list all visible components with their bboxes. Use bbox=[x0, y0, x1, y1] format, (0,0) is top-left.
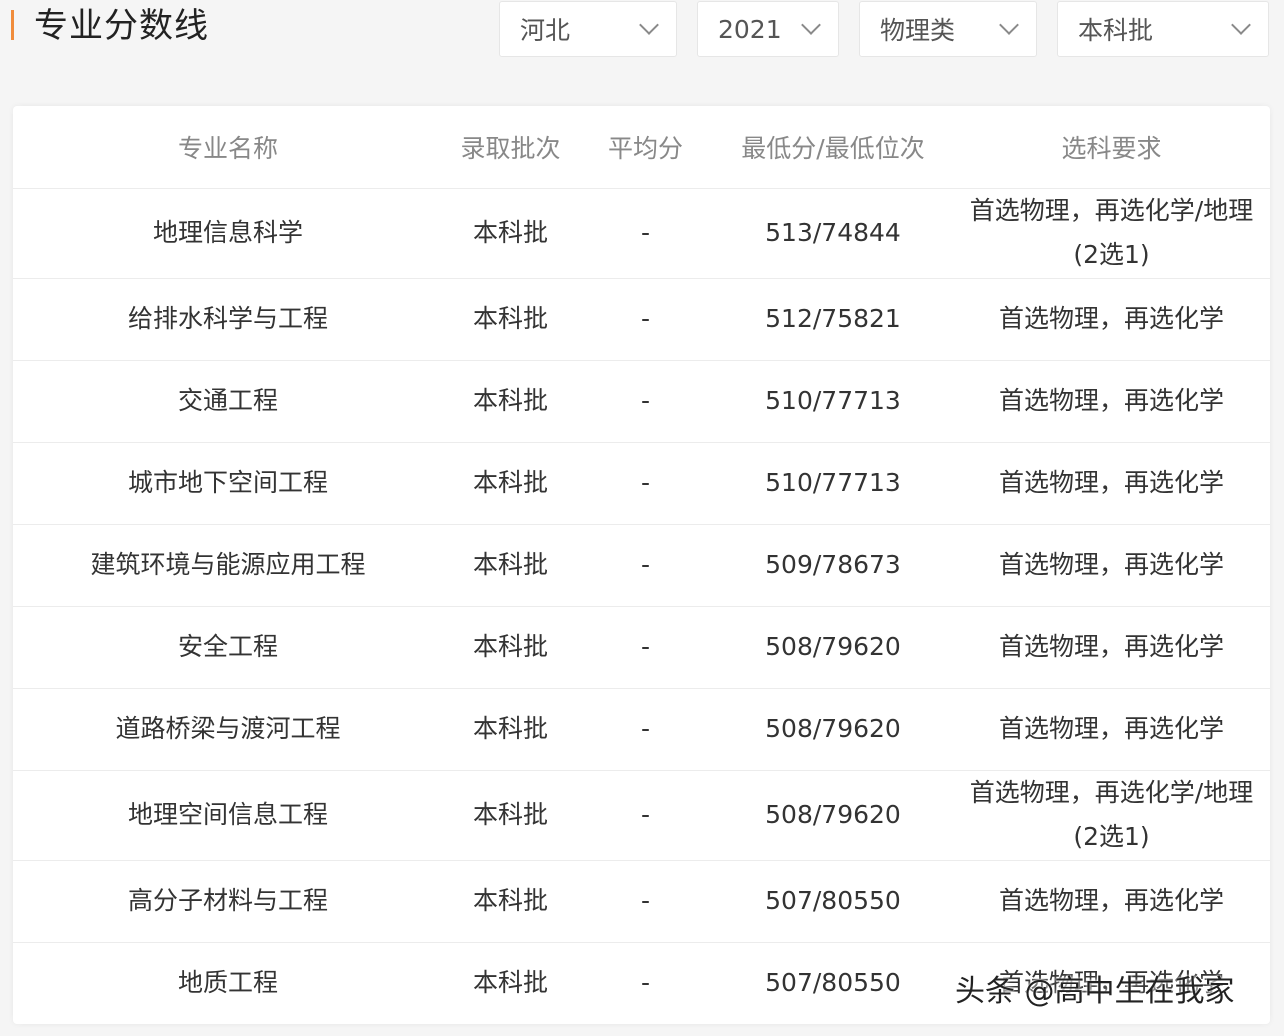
cell-average: - bbox=[578, 860, 713, 943]
cell-min-score: 509/78673 bbox=[713, 524, 953, 607]
cell-major: 建筑环境与能源应用工程 bbox=[13, 524, 443, 607]
batch-value: 本科批 bbox=[1078, 16, 1154, 45]
chevron-down-icon bbox=[1231, 15, 1251, 35]
cell-batch: 本科批 bbox=[443, 278, 578, 361]
subject-dropdown[interactable]: 物理类 bbox=[859, 1, 1037, 57]
table-row: 地理空间信息工程 本科批 - 508/79620 首选物理，再选化学/地理(2选… bbox=[13, 770, 1270, 861]
cell-min-score: 508/79620 bbox=[713, 606, 953, 689]
cell-average: - bbox=[578, 188, 713, 279]
cell-requirement: 首选物理，再选化学 bbox=[953, 442, 1270, 525]
cell-min-score: 508/79620 bbox=[713, 770, 953, 861]
cell-requirement: 首选物理，再选化学 bbox=[953, 860, 1270, 943]
year-dropdown[interactable]: 2021 bbox=[697, 1, 839, 57]
cell-major: 给排水科学与工程 bbox=[13, 278, 443, 361]
cell-major: 安全工程 bbox=[13, 606, 443, 689]
cell-requirement: 首选物理，再选化学/地理(2选1) bbox=[953, 770, 1270, 861]
cell-min-score: 510/77713 bbox=[713, 360, 953, 443]
cell-batch: 本科批 bbox=[443, 770, 578, 861]
chevron-down-icon bbox=[639, 15, 659, 35]
cell-average: - bbox=[578, 442, 713, 525]
cell-requirement: 首选物理，再选化学 bbox=[953, 688, 1270, 771]
cell-requirement: 首选物理，再选化学/地理(2选1) bbox=[953, 188, 1270, 279]
cell-requirement: 首选物理，再选化学 bbox=[953, 278, 1270, 361]
cell-major: 交通工程 bbox=[13, 360, 443, 443]
table-row: 给排水科学与工程 本科批 - 512/75821 首选物理，再选化学 bbox=[13, 278, 1270, 361]
table-row: 建筑环境与能源应用工程 本科批 - 509/78673 首选物理，再选化学 bbox=[13, 524, 1270, 607]
title-accent-bar bbox=[11, 10, 14, 40]
cell-requirement: 首选物理，再选化学 bbox=[953, 606, 1270, 689]
cell-batch: 本科批 bbox=[472, 968, 548, 998]
score-table: 专业名称 录取批次 平均分 最低分/最低位次 选科要求 地理信息科学 本科批 -… bbox=[13, 106, 1270, 1024]
batch-dropdown[interactable]: 本科批 bbox=[1057, 1, 1269, 57]
cell-major: 地质工程 bbox=[177, 968, 278, 998]
cell-major: 道路桥梁与渡河工程 bbox=[13, 688, 443, 771]
page-title: 专业分数线 bbox=[34, 6, 209, 46]
cell-average: - bbox=[640, 968, 651, 998]
watermark-text: 头条 @高中生在我家 bbox=[955, 974, 1235, 1009]
cell-batch: 本科批 bbox=[443, 442, 578, 525]
cell-requirement: 首选物理，再选化学 bbox=[953, 360, 1270, 443]
cell-average: - bbox=[578, 278, 713, 361]
table-header-row: 专业名称 录取批次 平均分 最低分/最低位次 选科要求 bbox=[13, 106, 1270, 189]
chevron-down-icon bbox=[801, 15, 821, 35]
table-row: 安全工程 本科批 - 508/79620 首选物理，再选化学 bbox=[13, 606, 1270, 689]
cell-batch: 本科批 bbox=[443, 688, 578, 771]
year-value: 2021 bbox=[718, 14, 782, 44]
cell-average: - bbox=[578, 688, 713, 771]
column-header-batch: 录取批次 bbox=[443, 106, 578, 189]
cell-average: - bbox=[578, 524, 713, 607]
cell-min-score: 508/79620 bbox=[713, 688, 953, 771]
cell-average: - bbox=[578, 606, 713, 689]
table-row: 地理信息科学 本科批 - 513/74844 首选物理，再选化学/地理(2选1) bbox=[13, 188, 1270, 279]
column-header-major: 专业名称 bbox=[13, 106, 443, 189]
chevron-down-icon bbox=[999, 15, 1019, 35]
cell-major: 城市地下空间工程 bbox=[13, 442, 443, 525]
cell-batch: 本科批 bbox=[443, 606, 578, 689]
subject-value: 物理类 bbox=[880, 16, 956, 45]
cell-major: 地理空间信息工程 bbox=[13, 770, 443, 861]
province-value: 河北 bbox=[520, 16, 571, 45]
cell-min-score: 512/75821 bbox=[713, 278, 953, 361]
page-header: 专业分数线 河北 2021 物理类 本科批 bbox=[0, 0, 1284, 60]
cell-min-score: 507/80550 bbox=[713, 860, 953, 943]
table-row: 道路桥梁与渡河工程 本科批 - 508/79620 首选物理，再选化学 bbox=[13, 688, 1270, 771]
cell-average: - bbox=[578, 770, 713, 861]
cell-batch: 本科批 bbox=[443, 860, 578, 943]
score-table-card: 专业名称 录取批次 平均分 最低分/最低位次 选科要求 地理信息科学 本科批 -… bbox=[13, 106, 1270, 1024]
column-header-requirement: 选科要求 bbox=[953, 106, 1270, 189]
cell-requirement: 首选物理，再选化学 bbox=[953, 524, 1270, 607]
cell-batch: 本科批 bbox=[443, 188, 578, 279]
cell-major: 地理信息科学 bbox=[13, 188, 443, 279]
cell-min-score: 507/80550 bbox=[765, 968, 901, 998]
column-header-average: 平均分 bbox=[578, 106, 713, 189]
cell-batch: 本科批 bbox=[443, 360, 578, 443]
cell-major: 高分子材料与工程 bbox=[13, 860, 443, 943]
table-row: 城市地下空间工程 本科批 - 510/77713 首选物理，再选化学 bbox=[13, 442, 1270, 525]
cell-min-score: 510/77713 bbox=[713, 442, 953, 525]
cell-batch: 本科批 bbox=[443, 524, 578, 607]
province-dropdown[interactable]: 河北 bbox=[499, 1, 677, 57]
column-header-min-score: 最低分/最低位次 bbox=[713, 106, 953, 189]
table-row: 高分子材料与工程 本科批 - 507/80550 首选物理，再选化学 bbox=[13, 860, 1270, 943]
cell-min-score: 513/74844 bbox=[713, 188, 953, 279]
table-row: 交通工程 本科批 - 510/77713 首选物理，再选化学 bbox=[13, 360, 1270, 443]
cell-average: - bbox=[578, 360, 713, 443]
